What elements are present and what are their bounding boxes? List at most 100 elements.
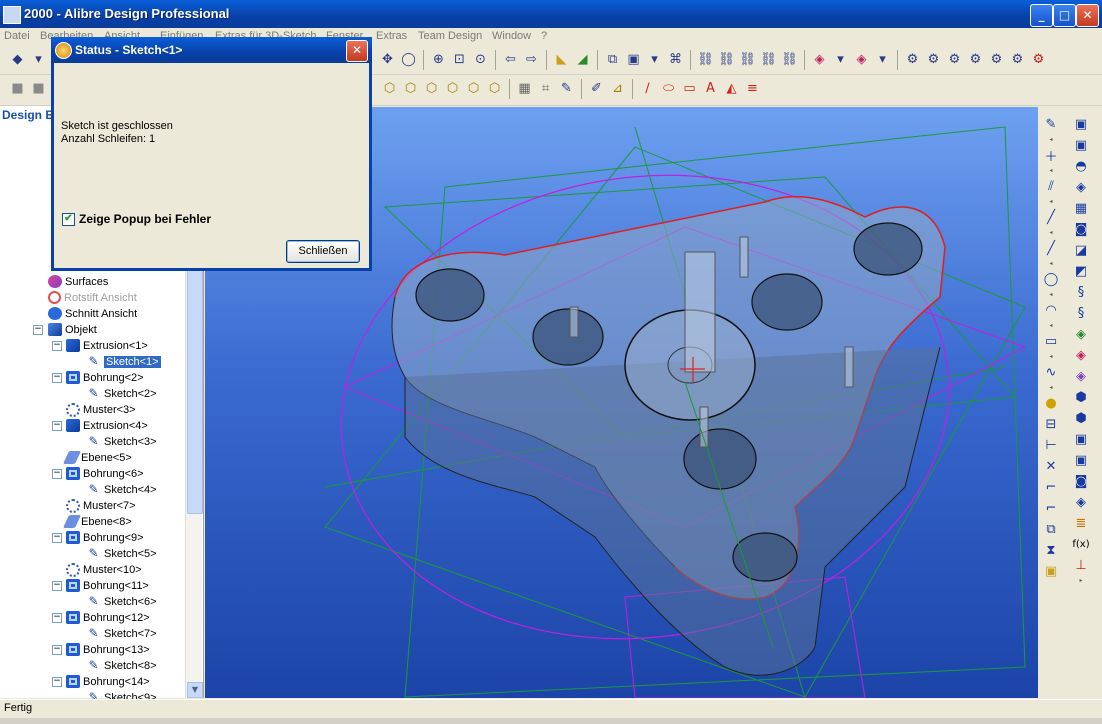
loft-icon[interactable]: ◈: [1072, 178, 1090, 196]
dropdown-icon[interactable]: ◂: [1042, 384, 1060, 391]
constraint2-icon[interactable]: ⛓: [717, 50, 736, 69]
construction-line-icon[interactable]: ⫽: [1042, 177, 1060, 195]
collapse-toggle-icon[interactable]: −: [52, 613, 62, 623]
solid1-icon[interactable]: ⬢: [1072, 388, 1090, 406]
tree-item[interactable]: ✎ Sketch<2>: [86, 386, 156, 401]
sweep-icon[interactable]: ▦: [1072, 199, 1090, 217]
trim-icon[interactable]: ⊢: [1042, 436, 1060, 454]
view-back-icon[interactable]: ⬡: [401, 79, 420, 98]
dropdown-icon[interactable]: ◂: [1042, 260, 1060, 267]
tree-item[interactable]: Bohrung<2>: [66, 370, 144, 385]
view-right-icon[interactable]: ⬡: [485, 79, 504, 98]
tree-item[interactable]: Bohrung<9>: [66, 530, 144, 545]
tree-item[interactable]: ✎ Sketch<6>: [86, 594, 156, 609]
analysis7-icon[interactable]: ⚙: [1029, 50, 1048, 69]
dropdown-icon[interactable]: ◂: [1042, 353, 1060, 360]
menu-item-6[interactable]: Extras: [376, 30, 407, 42]
collapse-toggle-icon[interactable]: −: [52, 373, 62, 383]
popup-on-error-checkbox[interactable]: ✔ Zeige Popup bei Fehler: [62, 212, 211, 226]
point-icon[interactable]: ●: [1042, 394, 1060, 412]
view-top-icon[interactable]: ⬡: [422, 79, 441, 98]
checkbox-check-icon[interactable]: ✔: [62, 212, 75, 226]
view-front-icon[interactable]: ⬡: [380, 79, 399, 98]
minimize-button[interactable]: _: [1030, 4, 1053, 27]
plus-icon[interactable]: ＋: [1042, 146, 1060, 165]
solid2-icon[interactable]: ⬢: [1072, 409, 1090, 427]
grid-icon[interactable]: ▦: [515, 79, 534, 98]
dropdown-icon[interactable]: ◂: [1042, 291, 1060, 298]
circle-icon[interactable]: ◯: [1042, 270, 1060, 288]
maximize-button[interactable]: □: [1053, 4, 1076, 27]
tree-item[interactable]: ✎ Sketch<7>: [86, 626, 156, 641]
tree-item[interactable]: Bohrung<12>: [66, 610, 150, 625]
zoom-window-icon[interactable]: ⊡: [450, 50, 469, 69]
boolean-icon[interactable]: ◈: [1072, 325, 1090, 343]
tree-item[interactable]: Rotstift Ansicht: [48, 290, 137, 305]
tree-item[interactable]: Extrusion<4>: [66, 418, 148, 433]
constraint4-icon[interactable]: ⛓: [759, 50, 778, 69]
dropdown-icon[interactable]: ◂: [1042, 198, 1060, 205]
material-icon[interactable]: ◈: [810, 50, 829, 69]
split-icon[interactable]: ◈: [1072, 346, 1090, 364]
tree-item[interactable]: Bohrung<13>: [66, 642, 150, 657]
hole-icon[interactable]: ◙: [1072, 220, 1090, 238]
menu-item-7[interactable]: Team Design: [418, 30, 482, 42]
solid3-icon[interactable]: ▣: [1072, 430, 1090, 448]
revolve-icon[interactable]: ◓: [1072, 157, 1090, 175]
chamfer-icon[interactable]: ⌐: [1042, 499, 1060, 517]
forward-arrow-icon[interactable]: ⇨: [522, 50, 541, 69]
fillet3d-icon[interactable]: ◪: [1072, 241, 1090, 259]
tree-item[interactable]: Muster<10>: [66, 562, 142, 577]
mirror-icon[interactable]: ⧗: [1042, 541, 1060, 559]
color-icon[interactable]: ◈: [852, 50, 871, 69]
render-icon[interactable]: ⧉: [603, 50, 622, 69]
analysis5-icon[interactable]: ⚙: [987, 50, 1006, 69]
red-text-icon[interactable]: A: [701, 79, 720, 98]
collapse-toggle-icon[interactable]: −: [33, 325, 43, 335]
close-button[interactable]: ✕: [1076, 4, 1099, 27]
snap-icon[interactable]: ⌗: [536, 79, 555, 98]
solid5-icon[interactable]: ◙: [1072, 472, 1090, 490]
close-dialog-button[interactable]: Schließen: [286, 240, 360, 263]
red-line-icon[interactable]: ∕: [638, 79, 657, 98]
dimension-icon[interactable]: ⊟: [1042, 415, 1060, 433]
collapse-toggle-icon[interactable]: −: [52, 469, 62, 479]
tree-item[interactable]: Schnitt Ansicht: [48, 306, 137, 321]
thread-icon[interactable]: §: [1072, 283, 1090, 301]
zoom-icon[interactable]: ⊙: [471, 50, 490, 69]
analysis-icon[interactable]: ⚙: [903, 50, 922, 69]
collapse-toggle-icon[interactable]: −: [52, 581, 62, 591]
measure-icon[interactable]: ⊿: [608, 79, 627, 98]
new-part-icon[interactable]: ◆: [8, 50, 27, 69]
shell-icon[interactable]: ◩: [1072, 262, 1090, 280]
red-lines-icon[interactable]: ≡: [743, 79, 762, 98]
dropdown-icon[interactable]: ▾: [645, 50, 664, 69]
rotate-icon[interactable]: ◯: [399, 50, 418, 69]
tree-item[interactable]: ✎ Sketch<4>: [86, 482, 156, 497]
tree-item[interactable]: Bohrung<11>: [66, 578, 149, 593]
red-rect-icon[interactable]: ▭: [680, 79, 699, 98]
dropdown-icon[interactable]: ◂: [1042, 229, 1060, 236]
shaded-icon[interactable]: ▣: [624, 50, 643, 69]
tree-item[interactable]: Surfaces: [48, 274, 108, 289]
collapse-toggle-icon[interactable]: −: [52, 341, 62, 351]
collapse-toggle-icon[interactable]: −: [52, 533, 62, 543]
arc-icon[interactable]: ◠: [1042, 301, 1060, 319]
fillet-icon[interactable]: ⌐: [1042, 478, 1060, 496]
rectangle-icon[interactable]: ▭: [1042, 332, 1060, 350]
dropdown-icon[interactable]: ◂: [1042, 322, 1060, 329]
collapse-toggle-icon[interactable]: −: [52, 421, 62, 431]
view-left-icon[interactable]: ⬡: [464, 79, 483, 98]
constraint-icon[interactable]: ⛓: [696, 50, 715, 69]
tree-item[interactable]: ✎ Sketch<1>: [86, 354, 161, 369]
line-icon[interactable]: ╱: [1042, 208, 1060, 226]
orient2-icon[interactable]: ◢: [573, 50, 592, 69]
tree-item[interactable]: Bohrung<14>: [66, 674, 150, 689]
view-bottom-icon[interactable]: ⬡: [443, 79, 462, 98]
dropdown-icon[interactable]: ◂: [1042, 136, 1060, 143]
formula-icon[interactable]: f(x): [1072, 535, 1090, 553]
dropdown-icon[interactable]: ◂: [1042, 167, 1060, 174]
dimension-display-icon[interactable]: ⊥: [1072, 556, 1090, 574]
extrude-cut-icon[interactable]: ▣: [1072, 136, 1090, 154]
tree-item[interactable]: Muster<7>: [66, 498, 136, 513]
